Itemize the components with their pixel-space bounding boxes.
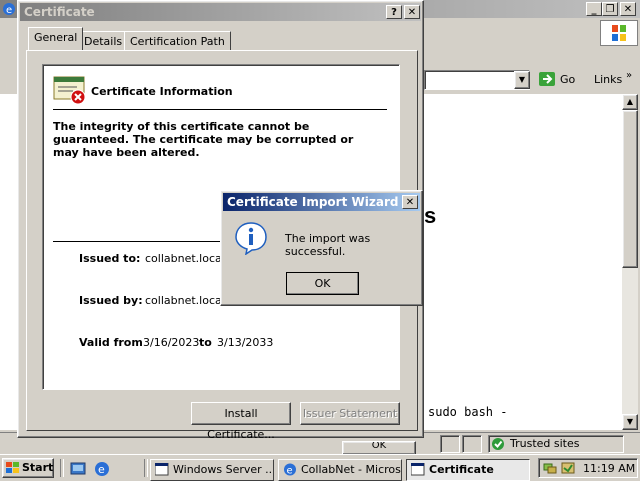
- import-success-message: The import was successful.: [285, 232, 371, 258]
- valid-from-label: Valid from: [79, 336, 143, 349]
- certificate-error-icon: [53, 75, 87, 105]
- task-windows-server[interactable]: Windows Server ...: [150, 459, 274, 481]
- svg-text:e: e: [6, 5, 12, 16]
- certificate-ok-label: OK: [371, 441, 387, 451]
- status-zone-pane: Trusted sites: [488, 435, 624, 453]
- tray-network-icon[interactable]: [543, 461, 557, 478]
- tab-general[interactable]: General: [28, 27, 84, 50]
- quicklaunch-separator: [60, 459, 64, 477]
- issuer-statement-button[interactable]: Issuer Statement: [300, 402, 400, 425]
- svg-text:e: e: [98, 463, 105, 476]
- window-icon: [154, 462, 169, 476]
- tab-certification-path[interactable]: Certification Path: [124, 31, 231, 51]
- links-button[interactable]: Links: [594, 73, 622, 86]
- valid-from-value: 3/16/2023: [143, 336, 200, 349]
- help-button[interactable]: ?: [386, 5, 402, 19]
- certificate-warning-text: The integrity of this certificate cannot…: [53, 120, 354, 159]
- wizard-ok-button[interactable]: OK: [286, 272, 359, 295]
- clock[interactable]: 11:19 AM: [583, 462, 635, 475]
- svg-text:e: e: [287, 466, 293, 477]
- go-arrow-icon[interactable]: [538, 71, 556, 87]
- window-icon: [410, 462, 425, 476]
- links-chevron-icon[interactable]: »: [626, 70, 632, 81]
- address-dropdown-button[interactable]: ▼: [514, 71, 530, 89]
- ie-quicklaunch-icon[interactable]: e: [94, 461, 110, 477]
- certificate-dialog-title: Certificate: [24, 5, 95, 19]
- terminal-command-text: sudo bash -: [428, 405, 508, 419]
- issued-to-value: collabnet.local: [145, 252, 225, 265]
- system-tray: 11:19 AM: [538, 458, 638, 478]
- status-pane: [462, 435, 482, 453]
- ie-minimize-button[interactable]: _: [586, 2, 602, 16]
- start-windows-icon: [6, 462, 20, 477]
- issued-by-label: Issued by:: [79, 294, 143, 307]
- scroll-down-button[interactable]: ▼: [622, 414, 638, 430]
- page-heading-fragment: s: [424, 203, 437, 228]
- scroll-up-button[interactable]: ▲: [622, 94, 638, 110]
- go-button-label[interactable]: Go: [560, 73, 575, 86]
- valid-to-label: to: [199, 336, 212, 349]
- start-label: Start: [22, 461, 54, 474]
- start-button[interactable]: Start: [2, 458, 54, 478]
- status-pane: [440, 435, 460, 453]
- show-desktop-icon[interactable]: [70, 461, 86, 477]
- valid-to-value: 3/13/2033: [217, 336, 274, 349]
- status-zone-label: Trusted sites: [510, 437, 580, 450]
- task-certificate[interactable]: Certificate: [406, 459, 530, 481]
- heading-divider: [53, 109, 387, 110]
- ie-task-icon: e: [283, 463, 297, 477]
- task-label: Windows Server ...: [173, 463, 274, 476]
- certificate-ok-button[interactable]: OK: [342, 441, 416, 455]
- import-wizard-dialog: Certificate Import Wizard ✕ The import w…: [220, 190, 423, 306]
- issued-to-label: Issued to:: [79, 252, 141, 265]
- certificate-info-heading: Certificate Information: [91, 85, 233, 98]
- task-collabnet[interactable]: e CollabNet - Micros...: [278, 459, 402, 481]
- close-button[interactable]: ✕: [404, 5, 420, 19]
- windows-logo-icon: [600, 20, 638, 46]
- wizard-close-button[interactable]: ✕: [402, 195, 418, 209]
- task-label: Certificate: [429, 463, 494, 476]
- info-icon: [234, 221, 268, 256]
- import-wizard-title: Certificate Import Wizard: [227, 195, 399, 209]
- tray-security-icon[interactable]: [561, 461, 575, 478]
- taskbar: Start e Windows Server ... e CollabNet -…: [0, 454, 640, 481]
- import-wizard-titlebar: Certificate Import Wizard: [223, 193, 420, 211]
- ie-scrollbar[interactable]: ▲ ▼: [622, 94, 638, 430]
- certificate-dialog-titlebar: Certificate: [20, 3, 421, 21]
- ie-icon: e: [2, 2, 16, 16]
- install-certificate-button[interactable]: Install Certificate...: [191, 402, 291, 441]
- quicklaunch-separator: [144, 459, 148, 477]
- trusted-sites-icon: [491, 437, 505, 454]
- scroll-thumb[interactable]: [622, 110, 638, 268]
- issued-by-value: collabnet.local: [145, 294, 225, 307]
- ie-restore-button[interactable]: ❐: [602, 2, 618, 16]
- ie-close-button[interactable]: ✕: [620, 2, 636, 16]
- tab-strip: General Details Certification Path: [26, 27, 418, 51]
- tab-details[interactable]: Details: [78, 31, 129, 51]
- task-label: CollabNet - Micros...: [301, 463, 402, 476]
